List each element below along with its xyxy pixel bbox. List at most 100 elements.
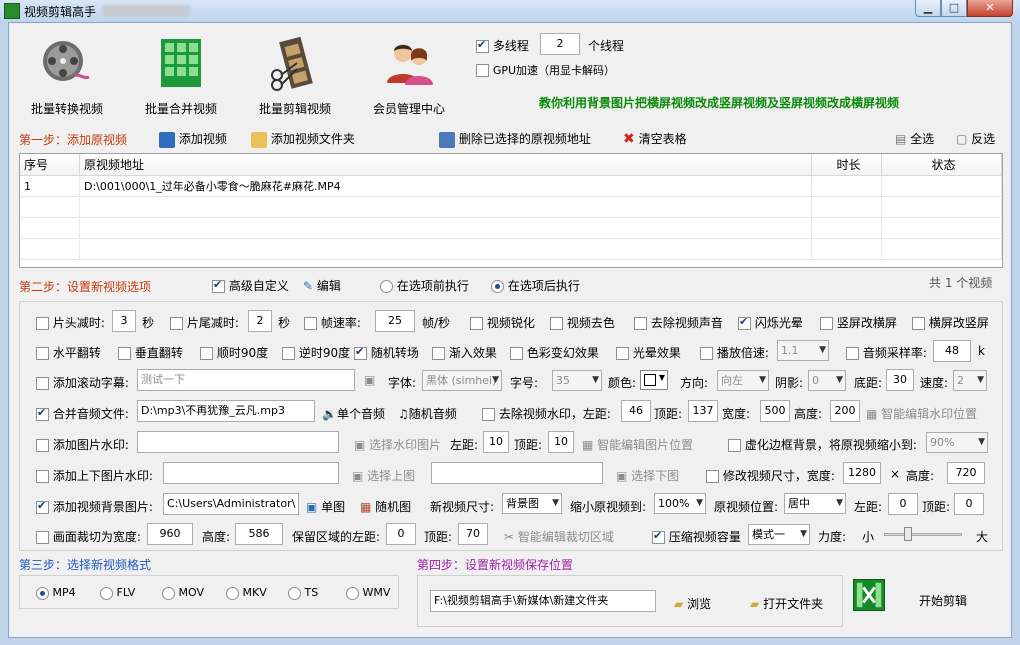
invert-select-button[interactable]: ▢ 反选 — [956, 130, 995, 147]
head-cut-checkbox[interactable] — [36, 317, 49, 330]
flash-option[interactable]: 闪烁光晕 — [738, 314, 803, 331]
member-center-button[interactable]: 会员管理中心 — [367, 33, 451, 116]
crop-height-input[interactable]: 586 — [235, 523, 283, 545]
subtitle-checkbox[interactable] — [36, 377, 49, 390]
halo-checkbox[interactable] — [616, 347, 629, 360]
smart-image-button[interactable]: ▦ 智能编辑图片位置 — [582, 436, 693, 453]
choose-bottom-button[interactable]: ▣ 选择下图 — [616, 467, 679, 484]
decolor-option[interactable]: 视频去色 — [550, 314, 615, 331]
batch-edit-button[interactable]: 批量剪辑视频 — [253, 33, 337, 116]
blur-border-option[interactable]: 虚化边框背景，将原视频缩小到: — [728, 436, 917, 453]
crop-left-input[interactable]: 0 — [386, 523, 416, 545]
bottom-dist-input[interactable]: 30 — [886, 369, 914, 391]
random-audio-button[interactable]: ♫随机音频 — [398, 405, 457, 422]
save-path-input[interactable]: F:\视频剪辑高手\新媒体\新建文件夹 — [430, 590, 656, 612]
shadow-select[interactable]: 0 ▼ — [808, 370, 846, 391]
random-image-button[interactable]: ▦ 随机图 — [360, 498, 411, 515]
multithread-option[interactable]: 多线程 — [476, 37, 529, 54]
decolor-checkbox[interactable] — [550, 317, 563, 330]
random-transition-checkbox[interactable] — [354, 345, 367, 360]
framerate-option[interactable]: 帧速率: — [304, 314, 361, 331]
compress-option[interactable]: 压缩视频容量 — [652, 528, 741, 545]
rotate-cw-option[interactable]: 顺时90度 — [200, 344, 268, 361]
watermark-top-input[interactable]: 137 — [688, 400, 718, 422]
col-header-index[interactable]: 序号 — [20, 154, 80, 176]
random-transition-option[interactable]: 随机转场 — [354, 344, 419, 361]
image-watermark-option[interactable]: 添加图片水印: — [36, 436, 129, 453]
remove-watermark-checkbox[interactable] — [482, 408, 495, 421]
multithread-checkbox[interactable] — [476, 38, 489, 53]
fade-in-option[interactable]: 渐入效果 — [432, 344, 497, 361]
sharpen-option[interactable]: 视频锐化 — [470, 314, 535, 331]
image-left-input[interactable]: 10 — [483, 431, 509, 453]
bg-left-input[interactable]: 0 — [888, 493, 918, 515]
crop-checkbox[interactable] — [36, 531, 49, 544]
fade-in-checkbox[interactable] — [432, 347, 445, 360]
vflip-checkbox[interactable] — [118, 347, 131, 360]
maximize-button[interactable]: □ — [941, 0, 967, 17]
run-after-radio[interactable] — [491, 280, 504, 293]
sharpen-checkbox[interactable] — [470, 317, 483, 330]
merge-audio-checkbox[interactable] — [36, 406, 49, 421]
topbottom-option[interactable]: 添加上下图片水印: — [36, 467, 153, 484]
new-size-select[interactable]: 背景图 ▼ — [502, 493, 562, 514]
single-audio-button[interactable]: 🔉单个音频 — [322, 405, 385, 422]
subtitle-settings-icon[interactable]: ▣ — [364, 373, 375, 387]
format-mp4[interactable]: MP4 — [36, 586, 76, 600]
browse-button[interactable]: ▰ 浏览 — [674, 595, 711, 612]
format-ts[interactable]: TS — [288, 586, 318, 600]
add-video-button[interactable]: 添加视频 — [159, 130, 227, 148]
bg-image-option[interactable]: 添加视频背景图片: — [36, 498, 153, 515]
v2h-option[interactable]: 竖屏改横屏 — [820, 314, 897, 331]
crop-option[interactable]: 画面裁切为宽度: — [36, 528, 141, 545]
format-mov-radio[interactable] — [162, 586, 175, 600]
rotate-cw-checkbox[interactable] — [200, 347, 213, 360]
hflip-option[interactable]: 水平翻转 — [36, 344, 101, 361]
gpu-option[interactable]: GPU加速（用显卡解码） — [476, 62, 615, 78]
samplerate-input[interactable]: 48 — [933, 340, 971, 362]
watermark-width-input[interactable]: 500 — [760, 400, 790, 422]
choose-top-button[interactable]: ▣ 选择上图 — [352, 467, 415, 484]
blur-border-checkbox[interactable] — [728, 439, 741, 452]
bg-image-input[interactable]: C:\Users\Administrator\ — [163, 493, 299, 515]
col-header-path[interactable]: 原视频地址 — [80, 154, 812, 176]
close-button[interactable]: ✕ — [967, 0, 1013, 17]
image-watermark-input[interactable] — [137, 431, 339, 453]
blur-scale-select[interactable]: 90% ▼ — [926, 432, 988, 453]
minimize-button[interactable]: ▁ — [915, 0, 941, 17]
h2v-checkbox[interactable] — [912, 317, 925, 330]
format-mkv-radio[interactable] — [226, 586, 239, 600]
col-header-status[interactable]: 状态 — [882, 154, 1002, 176]
batch-convert-button[interactable]: 批量转换视频 — [25, 33, 109, 116]
tail-cut-checkbox[interactable] — [170, 317, 183, 330]
rotate-ccw-option[interactable]: 逆时90度 — [282, 344, 350, 361]
bottom-image-input[interactable] — [431, 462, 603, 484]
compress-mode-select[interactable]: 模式一 ▼ — [748, 524, 810, 545]
position-select[interactable]: 居中 ▼ — [784, 493, 846, 514]
format-mov[interactable]: MOV — [162, 586, 204, 600]
image-top-input[interactable]: 10 — [548, 431, 574, 453]
vflip-option[interactable]: 垂直翻转 — [118, 344, 183, 361]
format-wmv[interactable]: WMV — [346, 586, 390, 600]
batch-merge-button[interactable]: 批量合并视频 — [139, 33, 223, 116]
start-edit-icon[interactable] — [853, 579, 885, 611]
subtitle-option[interactable]: 添加滚动字幕: — [36, 374, 129, 391]
framerate-input[interactable]: 25 — [375, 310, 415, 332]
smart-crop-button[interactable]: ✂ 智能编辑裁切区域 — [504, 528, 614, 545]
font-size-select[interactable]: 35 ▼ — [552, 370, 602, 391]
crop-width-input[interactable]: 960 — [147, 523, 193, 545]
rotate-ccw-checkbox[interactable] — [282, 347, 295, 360]
edit-button[interactable]: ✎ 编辑 — [303, 277, 341, 294]
color-change-checkbox[interactable] — [510, 347, 523, 360]
format-flv[interactable]: FLV — [100, 586, 135, 600]
merge-audio-option[interactable]: 合并音频文件: — [36, 405, 129, 422]
top-image-input[interactable] — [163, 462, 339, 484]
bg-top-input[interactable]: 0 — [954, 493, 984, 515]
topbottom-checkbox[interactable] — [36, 470, 49, 483]
font-select[interactable]: 黑体 (simhei) ▼ — [422, 370, 502, 391]
clear-table-button[interactable]: ✖ 清空表格 — [623, 130, 687, 147]
run-after-option[interactable]: 在选项后执行 — [491, 277, 580, 294]
format-mkv[interactable]: MKV — [226, 586, 267, 600]
flash-checkbox[interactable] — [738, 315, 751, 330]
open-folder-button[interactable]: ▰ 打开文件夹 — [750, 595, 823, 612]
